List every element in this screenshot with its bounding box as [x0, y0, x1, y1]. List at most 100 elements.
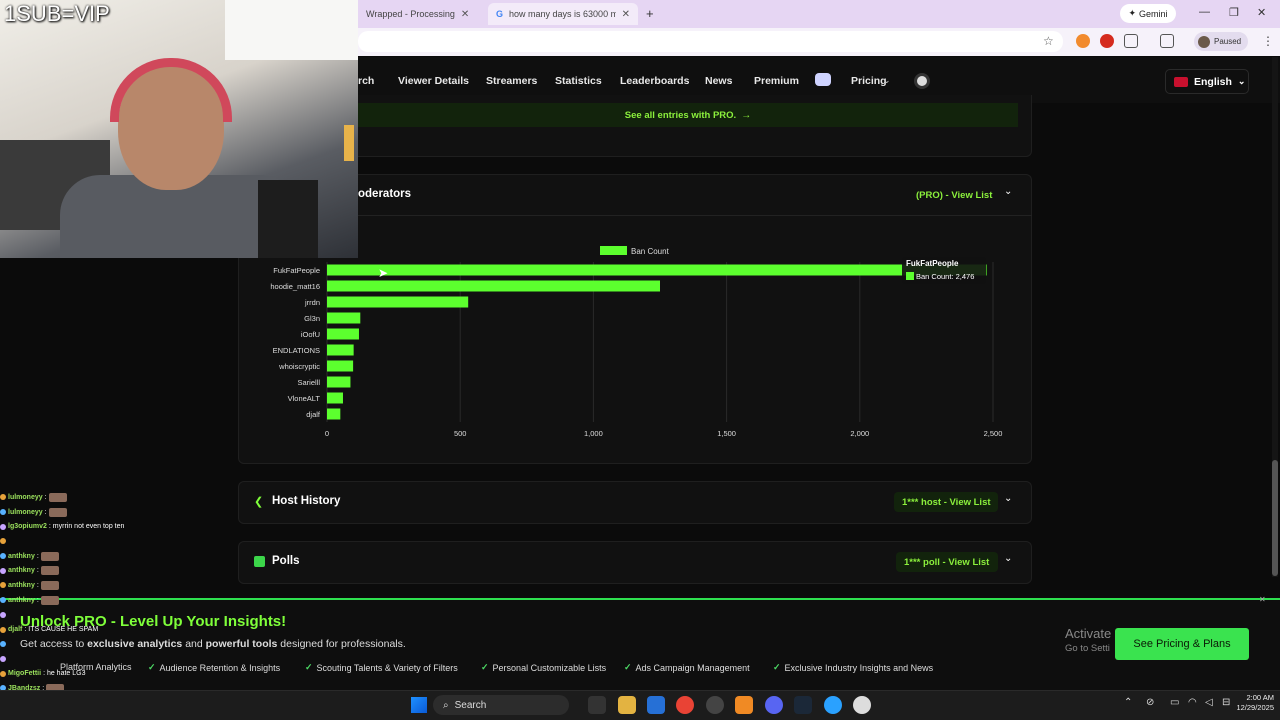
nav-item-leaderboards[interactable]: Leaderboards [620, 75, 689, 87]
bar-Gl3n[interactable] [327, 312, 361, 324]
see-all-label: See all entries with PRO. [624, 109, 737, 121]
see-pricing-button[interactable]: See Pricing & Plans [1115, 628, 1249, 660]
bar-Sarielll[interactable] [327, 376, 351, 388]
chat-username[interactable]: lg3opiumv2 [8, 523, 47, 530]
nav-item-viewer-details[interactable]: Viewer Details [398, 75, 469, 87]
chat-username[interactable]: anthkny [8, 553, 35, 560]
battery-icon[interactable]: ▭ [1170, 697, 1179, 708]
bar-iOofU[interactable] [327, 328, 359, 340]
chat-line: djalf: ITS CAUSE HE SPAM [0, 622, 240, 637]
chat-emote [40, 551, 59, 561]
bookmark-star-icon[interactable]: ☆ [1043, 34, 1054, 48]
chat-badge-icon [0, 553, 6, 560]
polls-view-list[interactable]: 1*** poll - View List [904, 557, 989, 568]
chat-username[interactable]: anthkny [8, 582, 35, 589]
maximize-icon[interactable]: ❐ [1229, 6, 1239, 19]
bar-djalf[interactable] [327, 408, 341, 420]
user-icon[interactable] [914, 73, 930, 89]
chevron-down-icon: ⌄ [1237, 76, 1246, 86]
tooltip-swatch [906, 272, 914, 280]
nav-item-pricing[interactable]: Pricing [851, 75, 887, 87]
tab-wrapped[interactable]: Wrapped - Processing ✕ [358, 3, 486, 25]
notification-icon[interactable]: ⊟ [1222, 697, 1230, 708]
moderators-view-list[interactable]: (PRO) - View List [916, 190, 992, 201]
chat-badge-icon [0, 494, 6, 501]
tooltip-title: FukFatPeople [906, 259, 959, 268]
nav-item-streamers[interactable]: Streamers [486, 75, 537, 87]
close-icon[interactable]: ✕ [461, 9, 469, 20]
bottle [344, 125, 354, 161]
chevron-down-icon[interactable]: ⌄ [1004, 186, 1012, 197]
minimize-icon[interactable]: — [1199, 6, 1210, 18]
host-view-list[interactable]: 1*** host - View List [902, 497, 991, 508]
taskbar-search[interactable]: ⌕ Search [433, 695, 569, 715]
close-icon[interactable]: ✕ [622, 9, 630, 20]
wifi-icon[interactable]: ◠ [1188, 697, 1197, 708]
see-all-pro-link[interactable]: See all entries with PRO. → [358, 103, 1018, 127]
language-selector[interactable]: English ⌄ [1165, 69, 1249, 94]
cast-icon[interactable] [1160, 34, 1174, 48]
mouse-cursor-icon: ➤ [378, 266, 389, 280]
close-icon[interactable]: ✕ [1259, 595, 1266, 604]
extension-icon[interactable] [1076, 34, 1090, 48]
steam-icon[interactable] [794, 696, 812, 714]
profile-button[interactable]: Paused [1194, 32, 1248, 51]
chat-line: lg3opiumv2: myrrin not even top ten [0, 519, 240, 534]
bar-hoodie_matt16[interactable] [327, 280, 660, 292]
chat-username[interactable]: anthkny [8, 567, 35, 574]
bar-jrrdn[interactable] [327, 296, 469, 308]
chevron-down-icon[interactable]: ⌄ [1004, 493, 1012, 504]
nav-item-statistics[interactable]: Statistics [555, 75, 602, 87]
stream-chat: lulmoneyy: lulmoneyy: lg3opiumv2: myrrin n… [0, 490, 240, 696]
chat-username[interactable]: lulmoneyy [8, 509, 43, 516]
bar-FukFatPeople[interactable] [327, 264, 987, 276]
windows-start-icon[interactable] [411, 697, 427, 713]
chat-username[interactable]: lulmoneyy [8, 494, 43, 501]
chrome-icon[interactable] [853, 696, 871, 714]
new-tab-button[interactable]: + [646, 6, 654, 21]
opera-extension-icon[interactable] [1100, 34, 1114, 48]
chat-line: MigoFettii: he hate LG3 [0, 666, 240, 681]
nav-item-premium[interactable]: Premium [754, 75, 799, 87]
profile-status: Paused [1214, 37, 1242, 46]
chat-badge-icon [0, 655, 6, 662]
bar-whoiscryptic[interactable] [327, 360, 354, 372]
scrollbar-thumb[interactable] [1272, 460, 1278, 576]
store-icon[interactable] [647, 696, 665, 714]
menu-kebab-icon[interactable]: ⋮ [1262, 34, 1274, 48]
chevron-up-icon[interactable]: ⌃ [1124, 697, 1132, 708]
tab-google-search[interactable]: G how many days is 63000 minut ✕ [488, 3, 638, 25]
search-label: Search [454, 699, 487, 711]
discord-taskbar-icon[interactable] [765, 696, 783, 714]
close-window-icon[interactable]: ✕ [1257, 6, 1266, 19]
legend-label: Ban Count [631, 247, 670, 256]
chat-badge-icon [0, 538, 6, 545]
bar-ENDLATIONS[interactable] [327, 344, 354, 356]
volume-icon[interactable]: ◁ [1205, 697, 1213, 708]
windows-taskbar [0, 690, 1280, 720]
taskbar-clock[interactable]: 2:00 AM 12/29/2025 [1234, 693, 1274, 713]
bar-VloneALT[interactable] [327, 392, 343, 404]
browser-icon[interactable] [824, 696, 842, 714]
chat-username[interactable]: anthkny [8, 597, 35, 604]
url-input[interactable] [358, 31, 1063, 52]
task-view-icon[interactable] [588, 696, 606, 714]
gemini-button[interactable]: ✦ Gemini [1120, 4, 1176, 23]
check-icon: ✓ [624, 662, 632, 672]
chat-username[interactable]: MigoFettii [8, 670, 41, 677]
chrome-icon[interactable] [676, 696, 694, 714]
puzzle-icon[interactable] [1124, 34, 1138, 48]
system-tray-icon[interactable]: ⊘ [1146, 697, 1154, 708]
app-icon[interactable] [735, 696, 753, 714]
chat-line [0, 608, 240, 623]
y-category-label: whoiscryptic [278, 362, 320, 371]
app-icon[interactable] [706, 696, 724, 714]
file-explorer-icon[interactable] [618, 696, 636, 714]
legend-swatch [600, 246, 627, 255]
chat-username[interactable]: djalf [8, 626, 22, 633]
discord-icon[interactable] [815, 73, 831, 86]
chat-message: : [36, 581, 39, 589]
nav-item-search[interactable]: rch [358, 75, 374, 87]
chevron-down-icon[interactable]: ⌄ [1004, 553, 1012, 564]
nav-item-news[interactable]: News [705, 75, 732, 87]
